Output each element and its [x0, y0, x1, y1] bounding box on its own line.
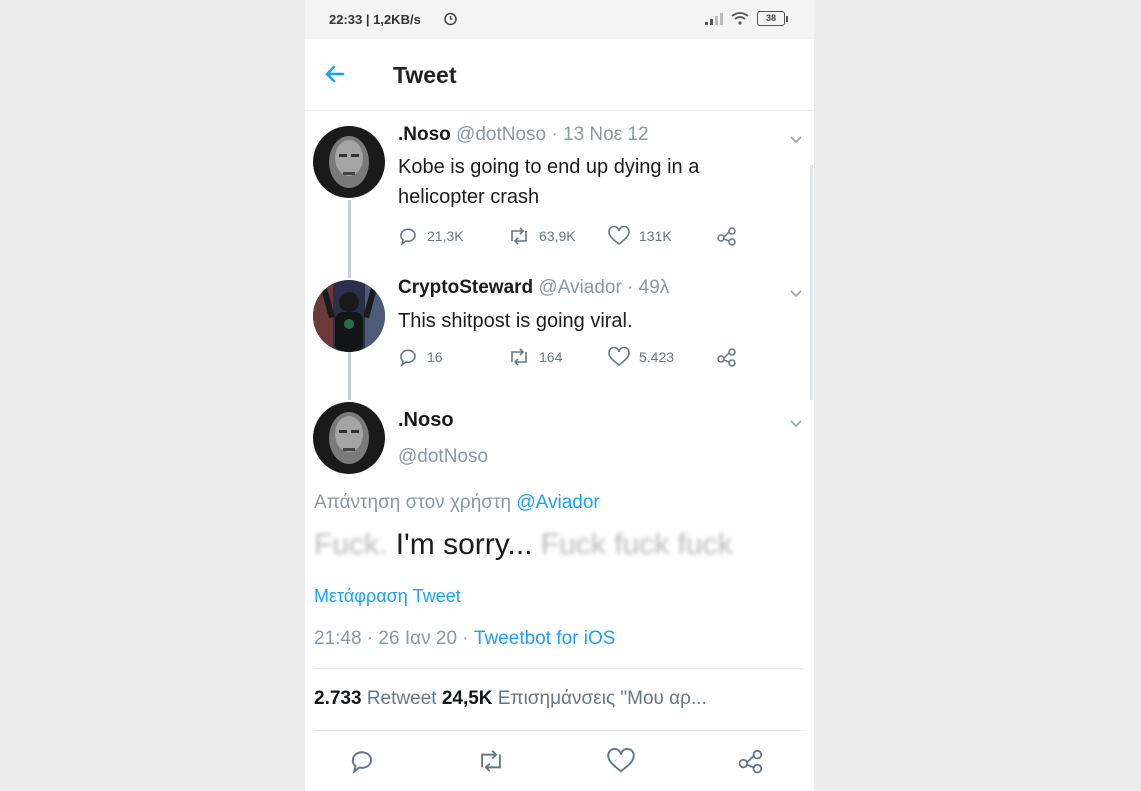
reply-icon: [398, 347, 418, 367]
chevron-down-icon[interactable]: [788, 132, 804, 144]
tweet-timestamp: 21:48 · 26 Ιαν 20 · Tweetbot for iOS: [314, 628, 615, 650]
share-icon: [716, 347, 738, 367]
author-meta: @Aviador · 49λ: [533, 277, 670, 298]
thread-connector: [348, 200, 351, 278]
retweet-count: 164: [539, 349, 563, 365]
heart-icon: [608, 226, 630, 246]
like-count: 5.423: [639, 349, 675, 365]
timestamp-text: 21:48 · 26 Ιαν 20 ·: [314, 628, 474, 649]
main-tweet-text: Fuck. I'm sorry... Fuck fuck fuck: [314, 528, 733, 562]
author-name[interactable]: .Noso: [398, 124, 451, 145]
share-icon[interactable]: [737, 748, 765, 779]
tweet-text: This shitpost is going viral.: [398, 310, 633, 332]
battery-level: 38: [757, 11, 785, 26]
blurred-text: Fuck fuck fuck: [532, 528, 733, 561]
retweet-count: 63,9K: [539, 228, 576, 244]
retweet-icon: [508, 347, 530, 367]
share-button[interactable]: [716, 347, 738, 367]
signal-icon: [705, 12, 723, 25]
divider: [314, 668, 804, 669]
page-title: Tweet: [393, 62, 457, 88]
reply-icon[interactable]: [349, 748, 375, 779]
battery-icon: 38: [757, 11, 788, 26]
client-link[interactable]: Tweetbot for iOS: [474, 628, 616, 649]
retweet-icon[interactable]: [477, 748, 505, 779]
replying-to: Απάντηση στον χρήστη @Aviador: [314, 492, 600, 514]
chevron-down-icon[interactable]: [788, 416, 804, 428]
scrollbar[interactable]: [810, 165, 813, 400]
wifi-icon: [731, 12, 749, 25]
like-count: 131K: [639, 228, 672, 244]
reply-button[interactable]: 21,3K: [398, 226, 464, 246]
phone-screen: 22:33 | 1,2KB/s 38 Tweet .Noso @dotNoso …: [305, 0, 814, 791]
heart-icon[interactable]: [607, 747, 635, 779]
main-tweet-actions: [305, 742, 814, 782]
avatar[interactable]: [313, 126, 385, 198]
chevron-down-icon[interactable]: [788, 286, 804, 298]
author-name[interactable]: CryptoSteward: [398, 277, 533, 298]
reply-icon: [398, 226, 418, 246]
reply-prefix: Απάντηση στον χρήστη: [314, 492, 517, 513]
author-handle[interactable]: @dotNoso: [398, 446, 488, 468]
author-name[interactable]: .Noso: [398, 409, 454, 432]
alarm-icon: [443, 11, 458, 31]
tweet-actions: 21,3K 63,9K 131K: [398, 226, 758, 250]
arrow-left-icon[interactable]: [321, 60, 349, 88]
translate-tweet-link[interactable]: Μετάφραση Tweet: [314, 586, 461, 607]
tweet-body: I'm sorry...: [395, 528, 533, 561]
mention-link[interactable]: @Aviador: [516, 492, 599, 513]
author-meta: @dotNoso · 13 Νοε 12: [450, 124, 649, 145]
like-button[interactable]: 5.423: [608, 347, 674, 367]
top-app-bar: Tweet: [305, 38, 814, 111]
avatar[interactable]: [313, 402, 385, 474]
tweet-header: CryptoSteward @Aviador · 49λ: [398, 277, 669, 299]
likes-total[interactable]: 24,5K: [442, 688, 493, 709]
share-icon: [716, 226, 738, 246]
avatar[interactable]: [313, 280, 385, 352]
tweet-stats: 2.733 Retweet 24,5K Επισημάνσεις "Μου αρ…: [314, 688, 707, 710]
divider: [314, 730, 804, 731]
retweet-total[interactable]: 2.733: [314, 688, 362, 709]
share-button[interactable]: [716, 226, 738, 246]
reply-button[interactable]: 16: [398, 347, 443, 367]
retweet-button[interactable]: 63,9K: [508, 226, 576, 246]
status-time: 22:33 | 1,2KB/s: [329, 12, 421, 27]
tweet-header: .Noso @dotNoso · 13 Νοε 12: [398, 124, 649, 146]
reply-count: 16: [427, 349, 443, 365]
tweet-actions: 16 164 5.423: [398, 347, 758, 371]
retweet-button[interactable]: 164: [508, 347, 562, 367]
status-bar: 22:33 | 1,2KB/s 38: [305, 0, 814, 39]
likes-label[interactable]: Επισημάνσεις "Μου αρ...: [493, 688, 707, 709]
like-button[interactable]: 131K: [608, 226, 672, 246]
heart-icon: [608, 347, 630, 367]
retweet-icon: [508, 226, 530, 246]
thread-connector: [348, 352, 351, 400]
tweet-text: Kobe is going to end up dying in a helic…: [398, 156, 700, 208]
retweet-label[interactable]: Retweet: [362, 688, 442, 709]
reply-count: 21,3K: [427, 228, 464, 244]
blurred-text: Fuck.: [314, 528, 396, 561]
